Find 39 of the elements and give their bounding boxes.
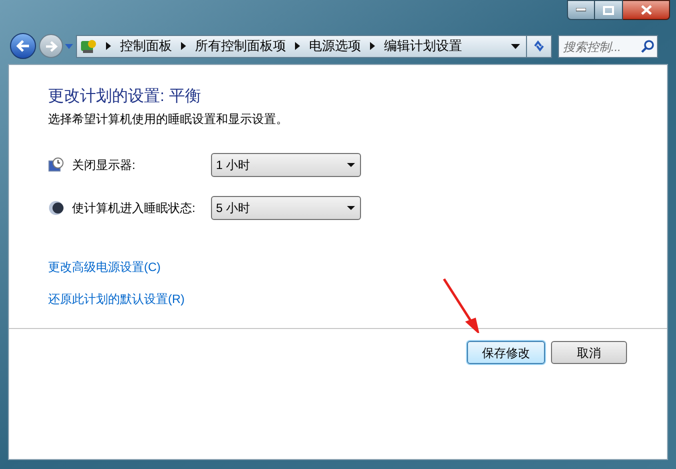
page-description: 选择希望计算机使用的睡眠设置和显示设置。 <box>48 111 289 127</box>
breadcrumb-arrow-icon[interactable] <box>181 42 186 50</box>
minimize-button[interactable] <box>567 0 595 20</box>
forward-button[interactable] <box>39 34 63 58</box>
monitor-clock-icon <box>48 157 64 173</box>
search-icon <box>641 40 654 52</box>
maximize-button[interactable] <box>595 0 623 20</box>
moon-icon <box>48 200 64 216</box>
breadcrumb-arrow-icon[interactable] <box>106 42 111 50</box>
settings-link[interactable]: 还原此计划的默认设置(R) <box>48 290 185 308</box>
dropdown-arrow-icon[interactable] <box>511 44 520 48</box>
breadcrumb-item[interactable]: 所有控制面板项 <box>195 36 286 56</box>
refresh-icon <box>532 39 546 53</box>
search-field[interactable]: 搜索控制... <box>558 35 658 58</box>
settings-link[interactable]: 更改高级电源设置(C) <box>48 258 161 276</box>
close-icon <box>640 5 652 15</box>
address-field[interactable]: 控制面板 所有控制面板项 电源选项 编辑计划设置 <box>76 34 527 58</box>
save-button[interactable]: 保存修改 <box>467 341 545 364</box>
refresh-button[interactable] <box>527 34 552 58</box>
breadcrumb-arrow-icon[interactable] <box>295 42 300 50</box>
time-dropdown[interactable]: 1 小时 <box>211 153 361 177</box>
back-arrow-icon <box>16 40 30 52</box>
minimize-icon <box>576 8 586 12</box>
setting-label: 使计算机进入睡眠状态: <box>72 200 196 217</box>
maximize-icon <box>603 6 614 14</box>
back-button[interactable] <box>10 33 36 59</box>
breadcrumb-item[interactable]: 控制面板 <box>120 36 172 56</box>
breadcrumb-item[interactable]: 电源选项 <box>309 36 361 56</box>
page-heading: 更改计划的设置: 平衡 <box>48 86 202 107</box>
breadcrumb-arrow-icon[interactable] <box>370 42 375 50</box>
setting-label: 关闭显示器: <box>72 157 136 174</box>
forward-arrow-icon <box>44 40 58 52</box>
time-dropdown[interactable]: 5 小时 <box>211 196 361 220</box>
cancel-button[interactable]: 取消 <box>551 341 627 364</box>
annotation-arrow <box>442 277 482 333</box>
breadcrumb-item[interactable]: 编辑计划设置 <box>384 36 462 56</box>
close-button[interactable] <box>623 0 670 20</box>
dropdown-arrow-icon <box>347 206 355 210</box>
dropdown-arrow-icon <box>347 163 355 167</box>
